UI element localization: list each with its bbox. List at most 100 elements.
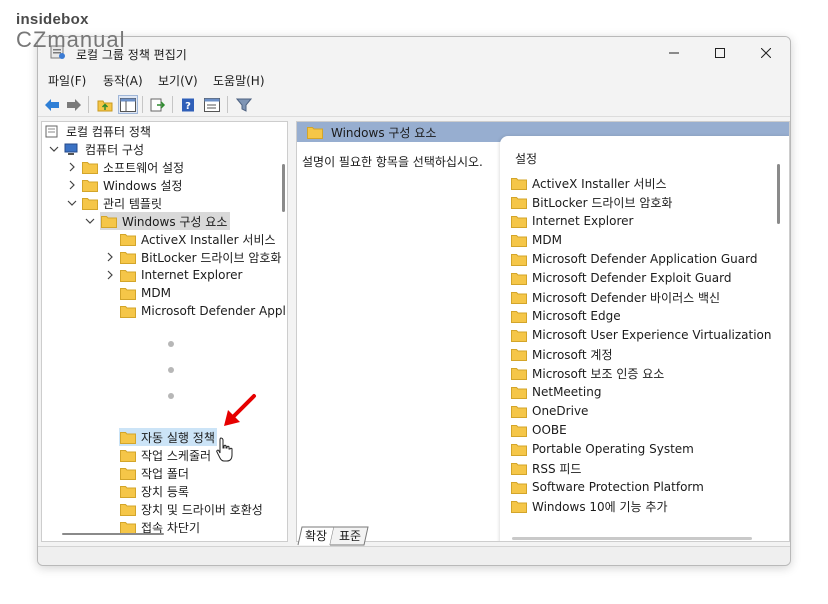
forward-button[interactable] [64, 95, 84, 114]
settings-list-item[interactable]: Microsoft Edge [511, 307, 621, 325]
settings-list-item[interactable]: RSS 피드 [511, 459, 581, 477]
tree-vertical-scrollbar[interactable] [282, 164, 285, 212]
properties-button[interactable] [202, 95, 222, 114]
settings-list-item[interactable]: OneDrive [511, 402, 588, 420]
chevron-right-icon[interactable] [66, 161, 78, 173]
folder-icon [511, 291, 527, 304]
chevron-down-icon[interactable] [84, 215, 96, 227]
tab-extended[interactable]: 확장 [300, 526, 332, 544]
settings-list-item[interactable]: Windows 10에 기능 추가 [511, 497, 667, 515]
tree-item[interactable]: Internet Explorer [120, 266, 242, 284]
menu-help[interactable]: 도움말(H) [213, 72, 265, 89]
settings-list-item[interactable]: ActiveX Installer 서비스 [511, 174, 667, 192]
help-button[interactable]: ? [179, 95, 199, 114]
tree-label: 소프트웨어 설정 [103, 160, 185, 175]
filter-button[interactable] [234, 95, 254, 114]
settings-item-label: Microsoft Defender Exploit Guard [532, 271, 732, 285]
settings-list-item[interactable]: NetMeeting [511, 383, 601, 401]
settings-list-item[interactable]: Microsoft User Experience Virtualization [511, 326, 772, 344]
view-tabs: 확장 표준 [296, 526, 496, 546]
folder-icon [511, 386, 527, 399]
tree-item[interactable]: Microsoft Defender Appl [120, 302, 286, 320]
settings-item-label: ActiveX Installer 서비스 [532, 176, 667, 191]
settings-list-item[interactable]: OOBE [511, 421, 567, 439]
tree-horizontal-scrollbar[interactable] [62, 533, 164, 535]
tree-label: 장치 및 드라이버 호환성 [141, 502, 263, 517]
settings-list-item[interactable]: Portable Operating System [511, 440, 694, 458]
settings-list-item[interactable]: Microsoft 보조 인증 요소 [511, 364, 664, 382]
folder-icon [307, 126, 323, 139]
folder-icon [120, 305, 136, 318]
chevron-right-icon[interactable] [104, 251, 116, 263]
settings-item-label: Windows 10에 기능 추가 [532, 499, 668, 514]
tree-item-admin-templates[interactable]: 관리 템플릿 [82, 194, 162, 212]
forward-arrow-icon [67, 98, 81, 111]
up-level-button[interactable] [95, 95, 115, 114]
tree-item[interactable]: BitLocker 드라이브 암호화 [120, 248, 281, 266]
list-vertical-scrollbar[interactable] [777, 164, 780, 224]
settings-list-item[interactable]: MDM [511, 231, 562, 249]
settings-list-item[interactable]: BitLocker 드라이브 암호화 [511, 193, 672, 211]
maximize-button[interactable] [697, 37, 743, 69]
ellipsis-dot [168, 367, 174, 373]
tree-item[interactable]: ActiveX Installer 서비스 [120, 230, 276, 248]
folder-icon [511, 405, 527, 418]
tree-item[interactable]: 작업 스케줄러 [120, 446, 211, 464]
settings-item-label: Microsoft Defender Application Guard [532, 252, 758, 266]
folder-icon [511, 462, 527, 475]
show-hide-tree-button[interactable] [118, 95, 138, 114]
svg-text:?: ? [185, 101, 191, 112]
export-list-button[interactable] [148, 95, 168, 114]
folder-icon [120, 431, 136, 444]
settings-list-item[interactable]: Software Protection Platform [511, 478, 704, 496]
tree-item-computer-config[interactable]: 컴퓨터 구성 [64, 140, 144, 158]
menu-file[interactable]: 파일(F) [48, 72, 86, 89]
tree-item[interactable]: 장치 등록 [120, 482, 189, 500]
tree-item-windows-components[interactable]: Windows 구성 요소 [100, 212, 231, 230]
settings-list-item[interactable]: Microsoft Defender Exploit Guard [511, 269, 731, 287]
toolbar-separator [88, 96, 89, 113]
properties-icon [204, 97, 220, 112]
list-horizontal-scrollbar[interactable] [512, 537, 752, 540]
settings-list-item[interactable]: Microsoft 계정 [511, 345, 613, 363]
tree-root[interactable]: 로컬 컴퓨터 정책 [45, 122, 151, 140]
minimize-button[interactable] [651, 37, 697, 69]
settings-item-label: Microsoft Edge [532, 309, 621, 323]
tree-label: Windows 구성 요소 [122, 214, 228, 229]
tree-item[interactable]: MDM [120, 284, 171, 302]
folder-icon [82, 197, 98, 210]
menu-view[interactable]: 보기(V) [158, 72, 198, 89]
back-arrow-icon [45, 98, 59, 111]
chevron-down-icon[interactable] [66, 197, 78, 209]
chevron-right-icon[interactable] [66, 179, 78, 191]
settings-column-header[interactable]: 설정 [515, 150, 537, 167]
folder-icon [120, 251, 136, 264]
tree-item-autoplay-policy[interactable]: 자동 실행 정책 [119, 428, 217, 446]
folder-icon [511, 177, 527, 190]
settings-list-item[interactable]: Microsoft Defender 바이러스 백신 [511, 288, 720, 306]
computer-icon [64, 143, 78, 155]
tree-item-windows-settings[interactable]: Windows 설정 [82, 176, 182, 194]
red-arrow-annotation [224, 394, 256, 426]
tree-label: ActiveX Installer 서비스 [141, 232, 276, 247]
settings-list-item[interactable]: Microsoft Defender Application Guard [511, 250, 757, 268]
menu-action[interactable]: 동작(A) [103, 72, 143, 89]
settings-item-label: Portable Operating System [532, 442, 694, 456]
settings-item-label: RSS 피드 [532, 461, 582, 476]
details-header-title: Windows 구성 요소 [331, 125, 437, 140]
filter-icon [236, 98, 252, 112]
settings-item-label: BitLocker 드라이브 암호화 [532, 195, 673, 210]
maximize-icon [715, 48, 725, 58]
chevron-right-icon[interactable] [104, 269, 116, 281]
back-button[interactable] [42, 95, 62, 114]
tab-standard[interactable]: 표준 [334, 526, 366, 544]
folder-icon [511, 234, 527, 247]
tree-item-software-settings[interactable]: 소프트웨어 설정 [82, 158, 184, 176]
chevron-down-icon[interactable] [48, 143, 60, 155]
settings-list-item[interactable]: Internet Explorer [511, 212, 633, 230]
close-button[interactable] [743, 37, 789, 69]
tree-label: 관리 템플릿 [103, 196, 163, 211]
tree-item[interactable]: 장치 및 드라이버 호환성 [120, 500, 263, 518]
settings-item-label: Microsoft User Experience Virtualization [532, 328, 772, 342]
tree-item[interactable]: 작업 폴더 [120, 464, 189, 482]
